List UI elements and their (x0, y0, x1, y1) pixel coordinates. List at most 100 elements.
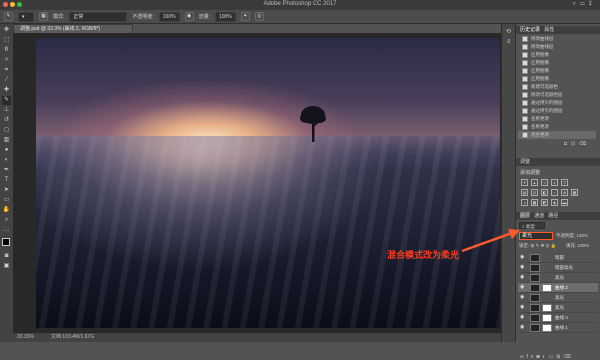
tab-properties[interactable]: 属性 (544, 27, 554, 33)
history-item-selected[interactable]: 混合更改 (518, 131, 596, 139)
screen-mode-icon[interactable]: ▣ (2, 262, 11, 271)
color-balance-icon[interactable]: ⚖ (531, 189, 538, 196)
airbrush-icon[interactable]: ✦ (240, 12, 250, 21)
dodge-tool-icon[interactable]: ◐ (2, 156, 11, 165)
blend-mode-select[interactable]: 柔光 (519, 232, 553, 240)
shape-tool-icon[interactable]: ▭ (2, 196, 11, 205)
pen-tool-icon[interactable]: ✒ (2, 166, 11, 175)
trash-icon[interactable]: ⌫ (563, 354, 573, 360)
fill-field[interactable]: 100% (578, 243, 590, 248)
healing-tool-icon[interactable]: ✚ (2, 86, 11, 95)
layer-opacity-field[interactable]: 100% (577, 233, 589, 238)
selective-color-icon[interactable]: ◈ (551, 199, 558, 206)
quick-select-tool-icon[interactable]: ✧ (2, 56, 11, 65)
layer-row[interactable]: ◉ 高光 (518, 293, 598, 303)
eraser-tool-icon[interactable]: ◻ (2, 126, 11, 135)
threshold-icon[interactable]: ◩ (541, 199, 548, 206)
document-tab[interactable]: 调整.psd @ 33.3% (曲线 2, RGB/8*) (13, 24, 133, 33)
camera-icon[interactable]: ⊡ (571, 141, 579, 147)
quick-mask-icon[interactable]: ◙ (2, 252, 11, 261)
layer-row[interactable]: ◉ 柔光 (518, 303, 598, 313)
lock-icon[interactable]: ⊞ ✎ ✥ ⊡ 🔒 (531, 243, 557, 248)
share-icon[interactable]: ⇪ (589, 1, 596, 7)
zoom-level[interactable]: 33.33% (17, 333, 34, 342)
link-icon[interactable]: ∞ (520, 354, 527, 360)
black-white-icon[interactable]: ◧ (541, 189, 548, 196)
brightness-icon[interactable]: ☀ (521, 179, 528, 186)
brush-tool-icon[interactable]: ✎ (2, 96, 11, 105)
history-item[interactable]: 通过拷贝的图层 (518, 99, 596, 107)
move-tool-icon[interactable]: ✥ (2, 26, 11, 35)
history-item[interactable]: 名称更改 (518, 123, 596, 131)
eyedropper-tool-icon[interactable]: ⁄ (2, 76, 11, 85)
more-tools-icon[interactable]: … (2, 226, 11, 235)
hue-saturation-icon[interactable]: ▤ (521, 189, 528, 196)
history-panel-icon[interactable]: ⟲ (504, 28, 513, 37)
type-tool-icon[interactable]: T (2, 176, 11, 185)
document-info[interactable]: 文档:103.4M/1.67G (51, 333, 94, 342)
layer-row-selected[interactable]: ◉ 曲线 2 (518, 283, 598, 293)
zoom-tool-icon[interactable]: ⌕ (2, 216, 11, 225)
levels-icon[interactable]: ▴ (531, 179, 538, 186)
pressure-opacity-icon[interactable]: ◉ (184, 12, 194, 21)
stamp-tool-icon[interactable]: ⊥ (2, 106, 11, 115)
eye-icon[interactable]: ◉ (520, 305, 525, 310)
trash-icon[interactable]: ⌫ (579, 141, 590, 147)
canvas-image[interactable] (36, 38, 500, 328)
eye-icon[interactable]: ◉ (520, 275, 525, 280)
posterize-icon[interactable]: ▩ (531, 199, 538, 206)
channel-mixer-icon[interactable]: ⊕ (561, 189, 568, 196)
hand-tool-icon[interactable]: ✋ (2, 206, 11, 215)
path-select-tool-icon[interactable]: ➤ (2, 186, 11, 195)
layer-row[interactable]: ◉ 暗部 (518, 253, 598, 263)
snapshot-icon[interactable]: ◘ (564, 141, 571, 147)
eye-icon[interactable]: ◉ (520, 325, 525, 330)
tab-adjustments[interactable]: 调整 (520, 159, 530, 165)
eye-icon[interactable]: ◉ (520, 285, 525, 290)
curves-icon[interactable]: ∿ (541, 179, 548, 186)
tab-paths[interactable]: 路径 (548, 213, 558, 219)
brush-tool-icon[interactable]: ✎ (4, 12, 13, 21)
flow-field[interactable]: 100% (214, 11, 236, 22)
history-item[interactable]: 新建可选颜色 (518, 83, 596, 91)
opacity-field[interactable]: 100% (158, 11, 180, 22)
eye-icon[interactable]: ◉ (520, 265, 525, 270)
history-item[interactable]: 应用图像 (518, 67, 596, 75)
gradient-tool-icon[interactable]: ▥ (2, 136, 11, 145)
eye-icon[interactable]: ◉ (520, 295, 525, 300)
crop-tool-icon[interactable]: ⌗ (2, 66, 11, 75)
history-item[interactable]: 修改可选颜色层 (518, 91, 596, 99)
mode-select[interactable]: 正常 (69, 11, 128, 22)
pressure-size-icon[interactable]: ◎ (254, 12, 264, 21)
brush-size-picker[interactable]: ▾ (18, 11, 34, 22)
tab-channels[interactable]: 通道 (534, 213, 544, 219)
history-item[interactable]: 修改曲线层 (518, 43, 596, 51)
tab-history[interactable]: 历史记录 (520, 27, 540, 33)
history-item[interactable]: 应用图像 (518, 59, 596, 67)
gradient-map-icon[interactable]: ▬ (561, 199, 568, 206)
workspace-icon[interactable]: ▭ (580, 1, 589, 7)
layer-row[interactable]: ◉ 曲线 3 (518, 313, 598, 323)
blur-tool-icon[interactable]: ● (2, 146, 11, 155)
exposure-icon[interactable]: ± (551, 179, 558, 186)
properties-panel-icon[interactable]: ≡ (504, 38, 513, 47)
fx-icon[interactable]: fx (527, 354, 537, 360)
eye-icon[interactable]: ◉ (520, 315, 525, 320)
layer-row[interactable]: ◉ 高光 (518, 273, 598, 283)
search-icon[interactable]: ⌕ (573, 1, 580, 7)
layer-row[interactable]: ◉ 曲线 1 (518, 323, 598, 333)
history-item[interactable]: 通过拷贝的图层 (518, 107, 596, 115)
foreground-color-swatch[interactable] (2, 238, 10, 246)
history-item[interactable]: 修改曲线层 (518, 35, 596, 43)
vibrance-icon[interactable]: ▽ (561, 179, 568, 186)
photo-filter-icon[interactable]: ◔ (551, 189, 558, 196)
marquee-tool-icon[interactable]: ⬚ (2, 36, 11, 45)
eye-icon[interactable]: ◉ (520, 255, 525, 260)
history-item[interactable]: 应用图像 (518, 75, 596, 83)
history-item[interactable]: 名称更改 (518, 115, 596, 123)
invert-icon[interactable]: ◑ (521, 199, 528, 206)
brush-panel-icon[interactable]: ▦ (39, 12, 48, 21)
tab-layers[interactable]: 图层 (520, 213, 530, 219)
layer-row[interactable]: ◉ 暗部高光 (518, 263, 598, 273)
lasso-tool-icon[interactable]: ϐ (2, 46, 11, 55)
